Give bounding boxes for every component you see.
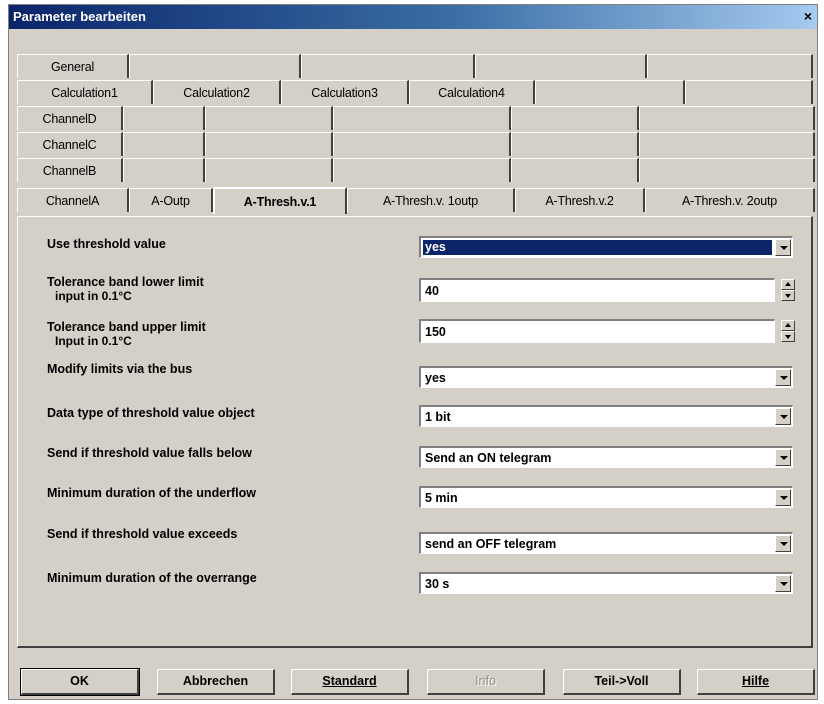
send-below-label: Send if threshold value falls below — [47, 446, 252, 460]
tab-empty — [333, 106, 511, 130]
help-label: Hilfe — [741, 674, 770, 688]
tab-empty — [639, 106, 815, 130]
tab-empty — [639, 158, 815, 182]
tab-empty — [123, 158, 205, 182]
tab-empty — [639, 132, 815, 156]
tab-empty — [129, 54, 301, 78]
lower-limit-spinner[interactable] — [781, 279, 795, 301]
tab-empty — [205, 158, 333, 182]
chevron-down-icon[interactable] — [775, 449, 791, 466]
info-button[interactable]: Info — [427, 669, 545, 695]
partial-full-button[interactable]: Teil->Voll — [563, 669, 681, 695]
tab-row-channelb: ChannelB — [17, 157, 819, 183]
chevron-down-icon[interactable] — [775, 489, 791, 506]
upper-limit-sublabel: Input in 0.1°C — [55, 334, 132, 348]
chevron-down-icon[interactable] — [775, 535, 791, 552]
lower-limit-sublabel: input in 0.1°C — [55, 289, 132, 303]
tab-empty — [333, 132, 511, 156]
spin-down-icon[interactable] — [781, 290, 795, 301]
tab-empty — [511, 132, 639, 156]
modify-limits-value: yes — [425, 371, 446, 385]
partial-full-label: Teil->Voll — [594, 674, 649, 688]
min-underflow-value: 5 min — [425, 491, 458, 505]
tab-calculation4[interactable]: Calculation4 — [409, 80, 535, 104]
spin-up-icon[interactable] — [781, 279, 795, 290]
lower-limit-label: Tolerance band lower limit input in 0.1°… — [47, 275, 204, 303]
title-bar[interactable]: Parameter bearbeiten × — [9, 5, 817, 29]
close-icon[interactable]: × — [799, 7, 817, 25]
tab-a-thresh-v1[interactable]: A-Thresh.v.1 — [213, 187, 347, 214]
tab-empty — [511, 106, 639, 130]
send-exceeds-label: Send if threshold value exceeds — [47, 527, 238, 541]
tab-calculation1[interactable]: Calculation1 — [17, 80, 153, 104]
tab-channeld[interactable]: ChannelD — [17, 106, 123, 130]
chevron-down-icon[interactable] — [775, 369, 791, 386]
tab-calculation2[interactable]: Calculation2 — [153, 80, 281, 104]
tab-empty — [205, 132, 333, 156]
min-overrange-select[interactable]: 30 s — [419, 572, 793, 594]
upper-limit-title: Tolerance band upper limit — [47, 320, 206, 334]
tab-a-thresh-v2[interactable]: A-Thresh.v.2 — [515, 188, 645, 212]
tab-empty — [205, 106, 333, 130]
min-overrange-value: 30 s — [425, 577, 450, 591]
min-underflow-label: Minimum duration of the underflow — [47, 486, 257, 500]
tab-calculation3[interactable]: Calculation3 — [281, 80, 409, 104]
window-title: Parameter bearbeiten — [13, 9, 146, 24]
spin-up-icon[interactable] — [781, 320, 795, 331]
tab-empty — [123, 106, 205, 130]
standard-label: Standard — [322, 674, 377, 688]
tab-empty — [647, 54, 813, 78]
tab-a-thresh-v1-outp[interactable]: A-Thresh.v. 1outp — [347, 188, 515, 212]
lower-limit-input[interactable]: 40 — [419, 278, 775, 302]
tab-channelc[interactable]: ChannelC — [17, 132, 123, 156]
upper-limit-input[interactable]: 150 — [419, 319, 775, 343]
tab-empty — [333, 158, 511, 182]
tab-row-channeld: ChannelD — [17, 105, 819, 131]
min-underflow-select[interactable]: 5 min — [419, 486, 793, 508]
lower-limit-value: 40 — [425, 284, 439, 298]
lower-limit-title: Tolerance band lower limit — [47, 275, 204, 289]
tab-a-outp[interactable]: A-Outp — [129, 188, 213, 212]
upper-limit-spinner[interactable] — [781, 320, 795, 342]
tab-row-general: General — [17, 53, 819, 79]
chevron-down-icon[interactable] — [775, 575, 791, 592]
ok-button[interactable]: OK — [20, 668, 140, 696]
min-overrange-label: Minimum duration of the overrange — [47, 571, 257, 585]
tab-empty — [511, 158, 639, 182]
standard-button[interactable]: Standard — [291, 669, 409, 695]
send-below-value: Send an ON telegram — [425, 451, 552, 465]
tab-empty — [301, 54, 475, 78]
tab-row-channela: ChannelA A-Outp A-Thresh.v.1 A-Thresh.v.… — [17, 187, 819, 214]
chevron-down-icon[interactable] — [775, 408, 791, 425]
send-below-select[interactable]: Send an ON telegram — [419, 446, 793, 468]
tab-channelb[interactable]: ChannelB — [17, 158, 123, 182]
tab-empty — [685, 80, 813, 104]
help-button[interactable]: Hilfe — [697, 669, 815, 695]
data-type-select[interactable]: 1 bit — [419, 405, 793, 427]
tab-empty — [123, 132, 205, 156]
data-type-value: 1 bit — [425, 410, 451, 424]
modify-limits-label: Modify limits via the bus — [47, 362, 193, 376]
send-exceeds-select[interactable]: send an OFF telegram — [419, 532, 793, 554]
chevron-down-icon[interactable] — [775, 239, 791, 256]
modify-limits-select[interactable]: yes — [419, 366, 793, 388]
use-threshold-select[interactable]: yes — [419, 236, 793, 258]
use-threshold-label: Use threshold value — [47, 237, 166, 251]
send-exceeds-value: send an OFF telegram — [425, 537, 557, 551]
upper-limit-value: 150 — [425, 325, 446, 339]
tab-channela[interactable]: ChannelA — [17, 188, 129, 212]
tab-a-thresh-v2-outp[interactable]: A-Thresh.v. 2outp — [645, 188, 815, 212]
parameter-dialog: Parameter bearbeiten × General Calculati… — [8, 4, 818, 700]
tab-row-channelc: ChannelC — [17, 131, 819, 157]
data-type-label: Data type of threshold value object — [47, 406, 255, 420]
use-threshold-value: yes — [423, 240, 772, 255]
upper-limit-label: Tolerance band upper limit Input in 0.1°… — [47, 320, 206, 348]
spin-down-icon[interactable] — [781, 331, 795, 342]
tab-row-calculation: Calculation1 Calculation2 Calculation3 C… — [17, 79, 819, 105]
tab-empty — [535, 80, 685, 104]
tab-general[interactable]: General — [17, 54, 129, 78]
cancel-button[interactable]: Abbrechen — [157, 669, 275, 695]
tab-empty — [475, 54, 647, 78]
